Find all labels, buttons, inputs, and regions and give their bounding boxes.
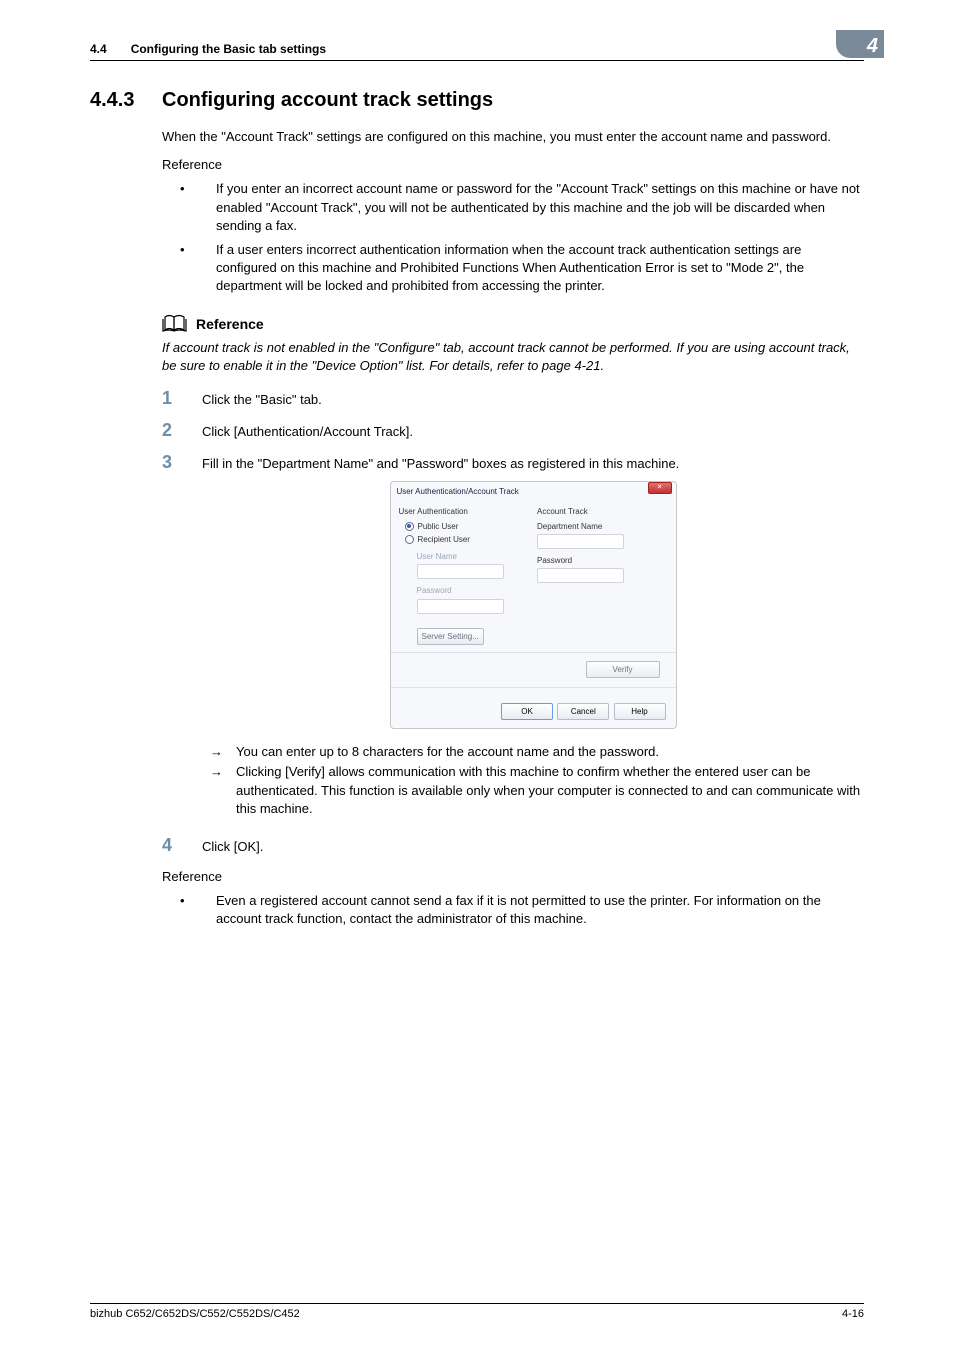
help-button[interactable]: Help	[614, 703, 666, 720]
book-icon	[162, 314, 188, 335]
arrow-text: Clicking [Verify] allows communication w…	[236, 763, 864, 818]
public-user-label: Public User	[418, 521, 459, 532]
header-section-title: Configuring the Basic tab settings	[131, 42, 326, 56]
bullet-dot-icon: •	[162, 241, 202, 296]
password-field-left[interactable]	[417, 599, 504, 614]
step-item: 3 Fill in the "Department Name" and "Pas…	[162, 453, 864, 824]
arrow-icon: →	[202, 743, 226, 761]
step-number: 2	[162, 421, 184, 441]
ok-button[interactable]: OK	[501, 703, 553, 720]
dept-name-label: Department Name	[537, 521, 668, 532]
step-item: 4 Click [OK].	[162, 836, 864, 856]
bullet-dot-icon: •	[162, 892, 202, 928]
radio-public-user[interactable]	[405, 522, 414, 531]
section-number: 4.4.3	[90, 89, 138, 112]
page: 4.4 Configuring the Basic tab settings 4…	[0, 0, 954, 1350]
cancel-button[interactable]: Cancel	[557, 703, 609, 720]
arrow-item: → You can enter up to 8 characters for th…	[202, 743, 864, 761]
step-text: Fill in the "Department Name" and "Passw…	[202, 455, 864, 473]
password-label-left: Password	[417, 585, 530, 596]
dept-name-field[interactable]	[537, 534, 624, 549]
footer-page-number: 4-16	[842, 1308, 864, 1320]
password-field-right[interactable]	[537, 568, 624, 583]
section-title: Configuring account track settings	[162, 89, 493, 112]
arrow-item: →Clicking [Verify] allows communication …	[202, 763, 864, 818]
bullet-text: If a user enters incorrect authenticatio…	[216, 241, 864, 296]
step-number: 4	[162, 836, 184, 856]
server-setting-button[interactable]: Server Setting...	[417, 628, 484, 645]
arrow-notes: → You can enter up to 8 characters for th…	[202, 743, 864, 818]
step-item: 2 Click [Authentication/Account Track].	[162, 421, 864, 441]
bullet-item: • If you enter an incorrect account name …	[162, 180, 864, 235]
running-header: 4.4 Configuring the Basic tab settings 4	[90, 40, 864, 61]
reference-bullets-1: • If you enter an incorrect account name …	[162, 180, 864, 295]
step-text: Click the "Basic" tab.	[202, 389, 864, 409]
dialog-footer: OK Cancel Help	[391, 691, 676, 728]
account-track-column: Account Track Department Name Password	[537, 506, 668, 649]
verify-button[interactable]: Verify	[586, 661, 660, 678]
bullet-text: If you enter an incorrect account name o…	[216, 180, 864, 235]
user-name-label: User Name	[417, 551, 530, 562]
step-number: 1	[162, 389, 184, 409]
auth-dialog: User Authentication/Account Track ✕ User…	[390, 481, 677, 729]
bullet-text: Even a registered account cannot send a …	[216, 892, 864, 928]
header-section-number: 4.4	[90, 42, 107, 56]
bullet-item: • If a user enters incorrect authenticati…	[162, 241, 864, 296]
user-auth-column: User Authentication Public User Recipien…	[399, 506, 530, 649]
recipient-user-label: Recipient User	[418, 534, 470, 545]
header-left: 4.4 Configuring the Basic tab settings	[90, 42, 326, 56]
chapter-number: 4	[867, 35, 878, 58]
user-name-field[interactable]	[417, 564, 504, 579]
reference-label-2: Reference	[162, 868, 864, 886]
bullet-dot-icon: •	[162, 180, 202, 235]
reference-block-text: If account track is not enabled in the "…	[162, 339, 864, 375]
reference-label-1: Reference	[162, 156, 864, 174]
arrow-icon: →	[202, 763, 226, 818]
dialog-title: User Authentication/Account Track	[397, 487, 519, 496]
reference-block: Reference If account track is not enable…	[162, 314, 864, 375]
step-body: Fill in the "Department Name" and "Passw…	[202, 453, 864, 824]
step-text: Click [OK].	[202, 836, 864, 856]
bullet-item: • Even a registered account cannot send a…	[162, 892, 864, 928]
step-text: Click [Authentication/Account Track].	[202, 421, 864, 441]
dialog-screenshot: User Authentication/Account Track ✕ User…	[202, 481, 864, 729]
reference-bullets-2: • Even a registered account cannot send a…	[162, 892, 864, 928]
reference-block-title: Reference	[196, 316, 264, 332]
dialog-titlebar: User Authentication/Account Track ✕	[391, 482, 676, 505]
step-number: 3	[162, 453, 184, 824]
intro-paragraph: When the "Account Track" settings are co…	[162, 128, 864, 146]
page-footer: bizhub C652/C652DS/C552/C552DS/C452 4-16	[90, 1303, 864, 1320]
section-heading: 4.4.3 Configuring account track settings	[90, 89, 864, 112]
password-label-right: Password	[537, 555, 668, 566]
footer-model: bizhub C652/C652DS/C552/C552DS/C452	[90, 1308, 300, 1320]
radio-recipient-user[interactable]	[405, 535, 414, 544]
close-icon[interactable]: ✕	[648, 482, 672, 494]
chapter-tab: 4	[836, 30, 884, 58]
step-item: 1 Click the "Basic" tab.	[162, 389, 864, 409]
arrow-text: You can enter up to 8 characters for the…	[236, 743, 659, 761]
steps-list: 1 Click the "Basic" tab. 2 Click [Authen…	[162, 389, 864, 856]
account-track-label: Account Track	[537, 506, 668, 517]
user-auth-label: User Authentication	[399, 506, 530, 517]
